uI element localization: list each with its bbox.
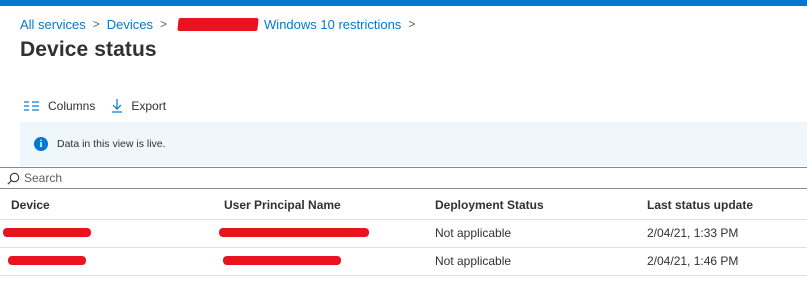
redacted-device-name (8, 256, 86, 265)
breadcrumb-separator: > (160, 17, 168, 31)
last-status-update-cell: 2/04/21, 1:33 PM (636, 218, 807, 247)
device-cell (0, 218, 213, 247)
redacted-user-principal-name (223, 256, 341, 265)
search-icon (7, 172, 20, 185)
toolbar: Columns Export (24, 96, 182, 116)
breadcrumb-separator: > (408, 17, 416, 31)
upn-cell (213, 218, 424, 247)
top-accent-bar (0, 0, 807, 6)
deployment-status-cell: Not applicable (424, 246, 636, 276)
breadcrumb-all-services[interactable]: All services (20, 17, 86, 32)
search-bar (0, 167, 807, 189)
device-status-table: Device User Principal Name Deployment St… (0, 191, 807, 276)
column-header-last-status-update[interactable]: Last status update (636, 191, 807, 219)
download-arrow-icon (112, 99, 123, 113)
breadcrumb: All services > Devices > Windows 10 rest… (20, 15, 422, 33)
redacted-device-name (3, 228, 91, 237)
columns-button[interactable]: Columns (24, 99, 95, 113)
breadcrumb-redacted-item[interactable] (177, 17, 259, 31)
breadcrumb-separator: > (92, 17, 100, 31)
export-label: Export (131, 99, 167, 113)
info-banner: i Data in this view is live. (20, 122, 807, 166)
column-header-deployment-status[interactable]: Deployment Status (424, 191, 636, 219)
device-cell (0, 246, 213, 276)
table-row[interactable]: Not applicable 2/04/21, 1:33 PM (0, 218, 807, 247)
redacted-user-principal-name (219, 228, 369, 237)
upn-cell (213, 246, 424, 276)
deployment-status-cell: Not applicable (424, 218, 636, 247)
columns-label: Columns (48, 99, 96, 113)
table-row[interactable]: Not applicable 2/04/21, 1:46 PM (0, 246, 807, 276)
info-banner-text: Data in this view is live. (57, 138, 166, 150)
column-header-upn[interactable]: User Principal Name (213, 191, 424, 219)
table-header-row: Device User Principal Name Deployment St… (0, 191, 807, 219)
page-title: Device status (20, 38, 157, 61)
last-status-update-cell: 2/04/21, 1:46 PM (636, 246, 807, 276)
breadcrumb-windows-10-restrictions[interactable]: Windows 10 restrictions (264, 17, 401, 32)
info-icon: i (34, 137, 48, 151)
export-button[interactable]: Export (111, 99, 166, 113)
column-header-device[interactable]: Device (0, 191, 213, 219)
breadcrumb-devices[interactable]: Devices (107, 17, 153, 32)
columns-icon (24, 101, 39, 111)
search-input[interactable] (24, 171, 324, 185)
